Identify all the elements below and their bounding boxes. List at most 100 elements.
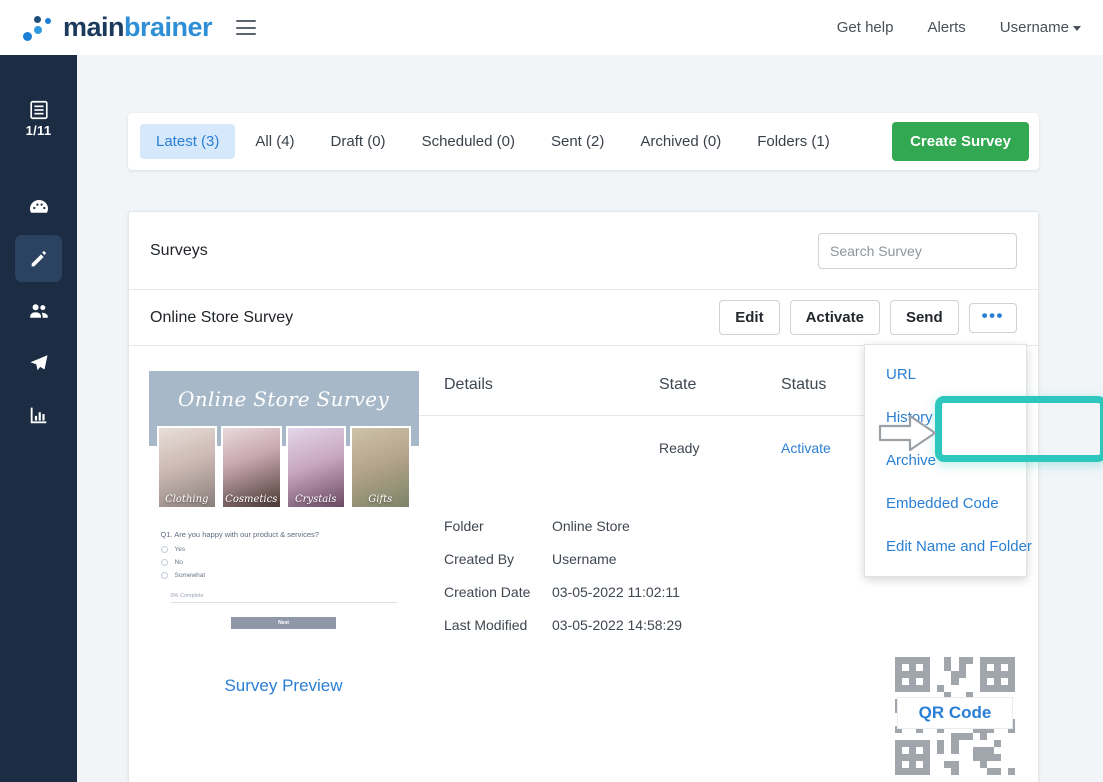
nav-alerts[interactable]: Alerts: [927, 19, 965, 36]
qr-code-area[interactable]: QR Code: [895, 657, 1015, 775]
dashboard-icon: [27, 195, 51, 219]
activate-button[interactable]: Activate: [790, 300, 880, 335]
survey-row-header: Online Store Survey Edit Activate Send •…: [129, 290, 1038, 346]
column-header-state: State: [659, 376, 781, 394]
sidebar-item-surveys[interactable]: [15, 235, 62, 282]
thumbnail-category-tiles: Clothing Cosmetics Crystals Gifts: [157, 426, 411, 509]
brand-logo[interactable]: mainbrainer: [22, 12, 212, 43]
people-icon: [27, 299, 51, 323]
thumbnail-title: Online Store Survey: [149, 387, 419, 411]
sidebar-item-dashboard[interactable]: [15, 183, 62, 230]
cell-state: Ready: [659, 440, 781, 456]
progress-label: 0% Complete: [171, 593, 397, 599]
survey-title: Online Store Survey: [150, 309, 293, 327]
meta-value-folder: Online Store: [552, 518, 630, 534]
sidebar-item-audience[interactable]: [15, 287, 62, 334]
menu-item-archive-label: Archive: [886, 452, 936, 469]
meta-row-creation-date: Creation Date 03-05-2022 11:02:11: [444, 584, 1038, 600]
meta-row-last-modified: Last Modified 03-05-2022 14:58:29: [444, 617, 1038, 633]
list-icon: [28, 99, 50, 121]
tile-crystals: Crystals: [286, 426, 347, 509]
tab-folders-label: Folders (1): [757, 133, 830, 150]
nav-get-help[interactable]: Get help: [837, 19, 894, 36]
menu-item-history[interactable]: History: [865, 396, 1026, 439]
bar-chart-icon: [28, 404, 50, 426]
menu-item-archive[interactable]: Archive: [865, 439, 1026, 482]
survey-preview-link[interactable]: Survey Preview: [224, 676, 342, 696]
tab-all-label: All (4): [255, 133, 294, 150]
tab-folders[interactable]: Folders (1): [741, 124, 846, 159]
create-survey-button[interactable]: Create Survey: [892, 122, 1029, 161]
nav-alerts-label: Alerts: [927, 19, 965, 36]
tab-sent-label: Sent (2): [551, 133, 604, 150]
tile-crystals-label: Crystals: [288, 494, 345, 505]
meta-value-creation-date: 03-05-2022 11:02:11: [552, 584, 680, 600]
tile-cosmetics: Cosmetics: [221, 426, 282, 509]
meta-key-created-by: Created By: [444, 551, 552, 567]
menu-item-embedded-code[interactable]: Embedded Code: [865, 482, 1026, 525]
logo-dots-icon: [22, 14, 58, 42]
meta-value-created-by: Username: [552, 551, 617, 567]
option-yes-label: Yes: [175, 546, 186, 553]
more-options-button[interactable]: •••: [969, 303, 1017, 333]
send-button[interactable]: Send: [890, 300, 959, 335]
tab-scheduled[interactable]: Scheduled (0): [406, 124, 531, 159]
paper-plane-icon: [27, 351, 51, 375]
menu-item-history-label: History: [886, 409, 933, 426]
sidebar-item-reports[interactable]: [15, 391, 62, 438]
tab-sent[interactable]: Sent (2): [535, 124, 620, 159]
menu-item-url[interactable]: URL: [865, 353, 1026, 396]
left-sidebar: 1/11: [0, 55, 77, 782]
logo-text-main: main: [63, 12, 124, 42]
tab-latest-label: Latest (3): [156, 133, 219, 150]
tile-gifts-label: Gifts: [352, 494, 409, 505]
meta-key-last-modified: Last Modified: [444, 617, 552, 633]
meta-key-folder: Folder: [444, 518, 552, 534]
question-text: Q1. Are you happy with our product & ser…: [161, 530, 407, 539]
logo-text-brainer: brainer: [124, 12, 212, 42]
sidebar-item-tasks[interactable]: 1/11: [15, 99, 62, 138]
edit-button[interactable]: Edit: [719, 300, 779, 335]
main-content-area: Latest (3) All (4) Draft (0) Scheduled (…: [77, 55, 1103, 782]
hamburger-icon[interactable]: [236, 20, 256, 35]
thumbnail-progress: 0% Complete: [149, 593, 419, 603]
tab-draft-label: Draft (0): [331, 133, 386, 150]
tab-archived-label: Archived (0): [640, 133, 721, 150]
tile-gifts: Gifts: [350, 426, 411, 509]
tile-cosmetics-label: Cosmetics: [223, 494, 280, 505]
qr-code-label: QR Code: [897, 697, 1013, 729]
tab-all[interactable]: All (4): [239, 124, 310, 159]
survey-action-buttons: Edit Activate Send •••: [719, 300, 1017, 335]
menu-item-edit-name-and-folder[interactable]: Edit Name and Folder: [865, 525, 1026, 568]
survey-tabs-bar: Latest (3) All (4) Draft (0) Scheduled (…: [128, 113, 1039, 170]
progress-bar: [171, 602, 397, 603]
survey-options-dropdown: URL History Archive Embedded Code Edit N…: [864, 344, 1027, 577]
search-input[interactable]: [818, 233, 1017, 269]
survey-thumbnail[interactable]: Online Store Survey Clothing Cosmetics C…: [149, 371, 419, 656]
tab-archived[interactable]: Archived (0): [624, 124, 737, 159]
pencil-icon: [28, 248, 50, 270]
option-yes: Yes: [161, 546, 407, 553]
next-button: Next: [231, 617, 336, 629]
top-header-bar: mainbrainer Get help Alerts Username: [0, 0, 1103, 55]
radio-icon-yes: [161, 546, 168, 553]
tab-draft[interactable]: Draft (0): [315, 124, 402, 159]
option-somewhat-label: Somewhat: [175, 572, 206, 579]
column-header-details: Details: [419, 376, 659, 394]
option-somewhat: Somewhat: [161, 572, 407, 579]
menu-item-edit-name-and-folder-label: Edit Name and Folder: [886, 538, 1032, 555]
page-title: Surveys: [150, 242, 208, 260]
tab-latest[interactable]: Latest (3): [140, 124, 235, 159]
menu-item-url-label: URL: [886, 366, 916, 383]
radio-icon-no: [161, 559, 168, 566]
radio-icon-somewhat: [161, 572, 168, 579]
top-navigation: Get help Alerts Username: [837, 19, 1081, 36]
cell-details: [419, 440, 659, 456]
nav-username-label: Username: [1000, 19, 1069, 36]
survey-preview-column: Online Store Survey Clothing Cosmetics C…: [129, 346, 419, 782]
nav-username[interactable]: Username: [1000, 19, 1081, 36]
sidebar-item-campaigns[interactable]: [15, 339, 62, 386]
thumbnail-question-area: Q1. Are you happy with our product & ser…: [149, 516, 419, 579]
sidebar-task-count: 1/11: [26, 123, 52, 138]
menu-item-embedded-code-label: Embedded Code: [886, 495, 999, 512]
